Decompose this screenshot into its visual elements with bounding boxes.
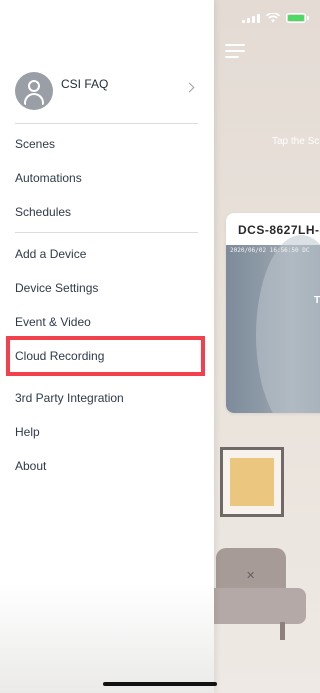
home-indicator[interactable]: [103, 682, 217, 686]
avatar: [15, 72, 53, 110]
battery-icon: [286, 13, 309, 23]
highlight-box: [6, 336, 205, 376]
menu-item-help[interactable]: Help: [15, 425, 40, 439]
divider: [15, 123, 198, 124]
profile-name: CSI FAQ: [61, 77, 109, 91]
menu-item-event-video[interactable]: Event & Video: [15, 315, 91, 329]
menu-item-schedules[interactable]: Schedules: [15, 205, 71, 219]
menu-item-scenes[interactable]: Scenes: [15, 137, 55, 151]
wifi-icon: [266, 13, 280, 23]
chevron-right-icon: [184, 82, 195, 93]
divider: [15, 232, 198, 233]
camera-card[interactable]: DCS-8627LH-3 2020/06/02 16:56:50 DC T: [226, 213, 320, 413]
menu-item-device-settings[interactable]: Device Settings: [15, 281, 98, 295]
menu-item-add-device[interactable]: Add a Device: [15, 247, 86, 261]
cellular-signal-icon: [242, 13, 260, 23]
menu-item-about[interactable]: About: [15, 459, 46, 473]
profile-row[interactable]: CSI FAQ: [0, 64, 214, 118]
chair-button-mark: ✕: [246, 570, 256, 582]
hamburger-menu-icon[interactable]: [225, 44, 245, 58]
tap-hint-text: Tap the Sc: [272, 136, 320, 147]
feed-timestamp: 2020/06/02 16:56:50 DC: [230, 247, 310, 254]
wall-picture-illustration: [220, 447, 284, 517]
menu-item-automations[interactable]: Automations: [15, 171, 82, 185]
feed-overlay-text: T: [314, 295, 320, 306]
camera-feed-thumbnail[interactable]: 2020/06/02 16:56:50 DC T: [226, 235, 320, 413]
camera-name: DCS-8627LH-3: [238, 223, 320, 237]
menu-item-3rd-party-integration[interactable]: 3rd Party Integration: [15, 391, 124, 405]
status-bar: [242, 13, 309, 23]
